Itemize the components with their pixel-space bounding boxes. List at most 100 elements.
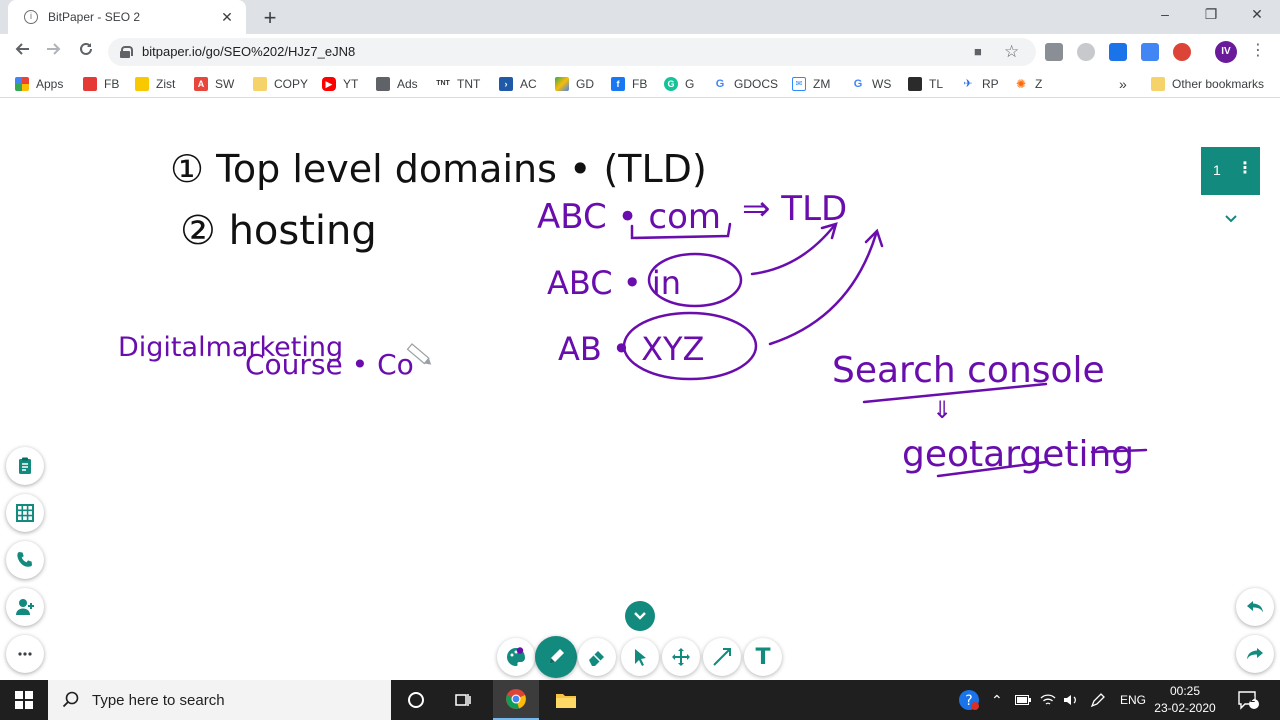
page-menu-icon[interactable]: ⋮: [1237, 158, 1253, 178]
tl-icon: [908, 77, 922, 91]
collapse-toolbar-button[interactable]: [625, 601, 655, 631]
note-course-co: Course • Co: [245, 348, 414, 381]
task-view-button[interactable]: [446, 680, 480, 720]
profile-avatar[interactable]: IV: [1215, 41, 1237, 63]
note-search-console: Search console: [832, 350, 1105, 391]
bookmark-item[interactable]: TL: [908, 76, 943, 92]
clock[interactable]: 00:25 23-02-2020: [1150, 683, 1220, 717]
page-indicator[interactable]: 1 ⋮: [1201, 147, 1260, 195]
text-tool[interactable]: T: [744, 638, 782, 676]
sw-icon: A: [194, 77, 208, 91]
extension-shield-icon[interactable]: [1077, 43, 1095, 61]
whiteboard-canvas[interactable]: ① Top level domains • (TLD) ② hosting Di…: [0, 98, 1280, 680]
bookmark-item[interactable]: Zist: [135, 76, 175, 92]
bookmark-item[interactable]: › AC: [499, 76, 537, 92]
undo-button[interactable]: [1236, 588, 1274, 626]
select-tool[interactable]: [621, 638, 659, 676]
minimize-button[interactable]: –: [1142, 0, 1188, 30]
grammarly-icon: G: [664, 77, 678, 91]
zist-icon: [135, 77, 149, 91]
apps-grid-icon: [15, 77, 29, 91]
wifi-icon[interactable]: [1040, 680, 1056, 720]
note-hosting: ② hosting: [180, 208, 377, 254]
folder-icon: [253, 77, 267, 91]
bookmark-item[interactable]: A SW: [194, 76, 234, 92]
language-indicator[interactable]: ENG: [1120, 680, 1146, 720]
bookmark-apps[interactable]: Apps: [15, 76, 63, 92]
bookmark-item[interactable]: ▶ YT: [322, 76, 358, 92]
bookmark-item[interactable]: f FB: [611, 76, 647, 92]
cortana-button[interactable]: [400, 680, 432, 720]
notes-button[interactable]: [6, 447, 44, 485]
arrow-in-to-tld: [750, 224, 836, 276]
help-icon[interactable]: ?: [958, 680, 980, 720]
info-icon: i: [24, 10, 38, 24]
google-icon: G: [713, 77, 727, 91]
tab-title: BitPaper - SEO 2: [48, 10, 141, 24]
window-close-button[interactable]: ✕: [1234, 0, 1280, 30]
extension-code-icon[interactable]: [1045, 43, 1063, 61]
bookmark-item[interactable]: TNT TNT: [436, 76, 480, 92]
redo-button[interactable]: [1236, 635, 1274, 673]
bookmarks-overflow-button[interactable]: »: [1119, 76, 1127, 92]
forward-button[interactable]: [42, 40, 66, 64]
ads-icon: [376, 77, 390, 91]
grid-button[interactable]: [6, 494, 44, 532]
add-user-button[interactable]: [6, 588, 44, 626]
search-placeholder: Type here to search: [92, 691, 225, 709]
tab-strip: i BitPaper - SEO 2 ✕ + – ❐ ✕: [0, 0, 1280, 34]
bookmark-item[interactable]: ✉ ZM: [792, 76, 830, 92]
taskbar-search[interactable]: Type here to search: [48, 680, 391, 720]
browser-tab[interactable]: i BitPaper - SEO 2 ✕: [8, 0, 246, 34]
chevron-down-icon[interactable]: [1224, 211, 1238, 227]
pen-tool[interactable]: [535, 636, 577, 678]
notification-count: 2: [1250, 694, 1256, 704]
tray-overflow-icon[interactable]: ⌃: [991, 680, 1003, 720]
cortana-circle-icon: [408, 692, 424, 708]
bookmark-star-icon[interactable]: ☆: [1004, 42, 1019, 62]
other-bookmarks-folder[interactable]: Other bookmarks: [1151, 76, 1264, 92]
bookmark-item[interactable]: COPY: [253, 76, 308, 92]
new-tab-button[interactable]: +: [258, 5, 282, 31]
bookmark-item[interactable]: GG: [664, 76, 694, 92]
restore-button[interactable]: ❐: [1188, 0, 1234, 30]
bookmark-item[interactable]: GD: [555, 76, 594, 92]
url-text[interactable]: bitpaper.io/go/SEO%202/HJz7_eJN8: [142, 44, 355, 59]
chrome-taskbar-button[interactable]: [493, 680, 539, 720]
bookmark-item[interactable]: G WS: [851, 76, 891, 92]
bookmark-item[interactable]: ✺ Z: [1014, 76, 1042, 92]
extension-sync-icon[interactable]: [1109, 43, 1127, 61]
extension-record-icon[interactable]: [1173, 43, 1191, 61]
bookmark-item[interactable]: ✈ RP: [961, 76, 999, 92]
start-button[interactable]: [0, 680, 48, 720]
battery-icon[interactable]: [1015, 680, 1031, 720]
pen-workspace-icon[interactable]: [1090, 680, 1106, 720]
note-top-level-domains: ① Top level domains • (TLD): [170, 147, 707, 191]
back-button[interactable]: [10, 40, 34, 64]
reload-icon: [80, 42, 92, 55]
chrome-menu-icon[interactable]: ⋮: [1250, 40, 1266, 60]
address-bar[interactable]: bitpaper.io/go/SEO%202/HJz7_eJN8 ■ ☆: [108, 38, 1036, 66]
call-button[interactable]: [6, 541, 44, 579]
shape-tool[interactable]: [703, 638, 741, 676]
file-explorer-button[interactable]: [546, 680, 586, 720]
color-palette-tool[interactable]: [497, 638, 535, 676]
camera-icon[interactable]: ■: [974, 44, 982, 59]
volume-icon[interactable]: [1063, 680, 1079, 720]
bookmark-item[interactable]: Ads: [376, 76, 418, 92]
browser-toolbar: bitpaper.io/go/SEO%202/HJz7_eJN8 ■ ☆ IV …: [0, 34, 1280, 70]
tab-close-button[interactable]: ✕: [218, 9, 236, 26]
bookmark-item[interactable]: G GDOCS: [713, 76, 778, 92]
reload-button[interactable]: [74, 40, 98, 64]
bookmark-item[interactable]: FB: [83, 76, 119, 92]
more-options-button[interactable]: [6, 635, 44, 673]
extension-screen-icon[interactable]: [1141, 43, 1159, 61]
move-tool[interactable]: [662, 638, 700, 676]
task-view-icon: [455, 694, 471, 706]
note-tld: ⇒ TLD: [742, 189, 847, 229]
flipboard-icon: [83, 77, 97, 91]
eraser-tool[interactable]: [578, 638, 616, 676]
notifications-button[interactable]: 2: [1237, 680, 1259, 720]
eraser-icon: [589, 651, 604, 666]
google-icon: G: [851, 77, 865, 91]
